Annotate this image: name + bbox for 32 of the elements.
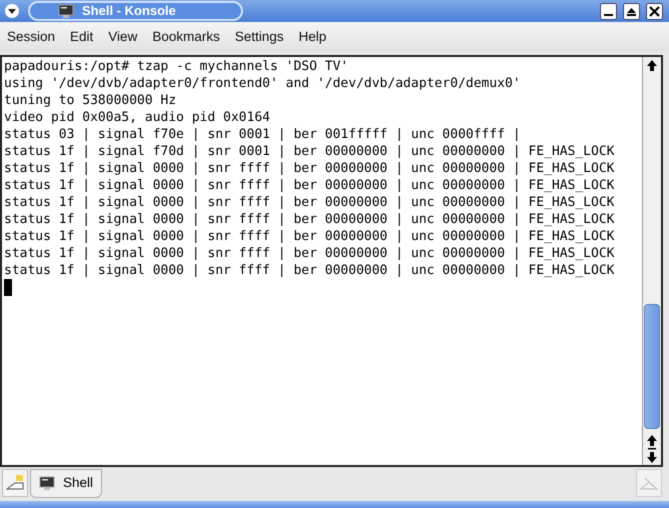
minimize-icon[interactable] [600,2,617,20]
menu-item[interactable]: Help [298,26,326,48]
menu-item[interactable]: Bookmarks [152,26,220,48]
menu-item[interactable]: Settings [234,26,284,48]
scrollbar-thumb[interactable] [644,304,660,429]
text-cursor [4,279,12,296]
terminal-line: status 1f | signal 0000 | snr ffff | ber 00000000 | unc 00000000 | FE_HAS_LOCK [4,262,616,279]
terminal-line: status 1f | signal f70d | snr 0001 | ber 00000000 | unc 00000000 | FE_HAS_LOCK [4,143,616,160]
terminal-line: using '/dev/dvb/adapter0/frontend0' and '/dev/dvb/adapter0/demux0' [4,75,522,92]
monitor-icon [58,4,74,18]
menu-item[interactable]: Edit [70,26,94,48]
terminal-shell-icon [5,474,25,492]
close-icon[interactable] [646,2,663,20]
terminal-line: status 1f | signal 0000 | snr ffff | ber 00000000 | unc 00000000 | FE_HAS_LOCK [4,211,616,228]
terminal-line: status 1f | signal 0000 | snr ffff | ber 00000000 | unc 00000000 | FE_HAS_LOCK [4,245,616,262]
terminal-line: video pid 0x00a5, audio pid 0x0164 [4,109,272,126]
window-title: Shell - Konsole [82,2,176,20]
terminal-line: status 03 | signal f70e | snr 0001 | ber 001fffff | unc 0000ffff | [4,126,522,143]
terminal-line: status 1f | signal 0000 | snr ffff | ber 00000000 | unc 00000000 | FE_HAS_LOCK [4,177,616,194]
maximize-icon[interactable] [623,2,640,20]
menu-item[interactable]: View [108,26,138,48]
session-tab[interactable]: Shell [30,469,102,498]
terminal-line: status 1f | signal 0000 | snr ffff | ber 00000000 | unc 00000000 | FE_HAS_LOCK [4,194,616,211]
monitor-icon [39,476,55,491]
new-session-button[interactable] [2,469,28,497]
terminal-line: tuning to 538000000 Hz [4,92,178,109]
terminal-line: status 1f | signal 0000 | snr ffff | ber 00000000 | unc 00000000 | FE_HAS_LOCK [4,160,616,177]
window-menu-icon[interactable] [4,3,20,19]
menu-item[interactable]: Session [7,26,56,48]
terminal-line: papadouris:/opt# tzap -c mychannels 'DSO TV' [4,58,350,75]
scrollbar[interactable] [642,57,661,465]
terminal-line: status 1f | signal 0000 | snr ffff | ber 00000000 | unc 00000000 | FE_HAS_LOCK [4,228,616,245]
